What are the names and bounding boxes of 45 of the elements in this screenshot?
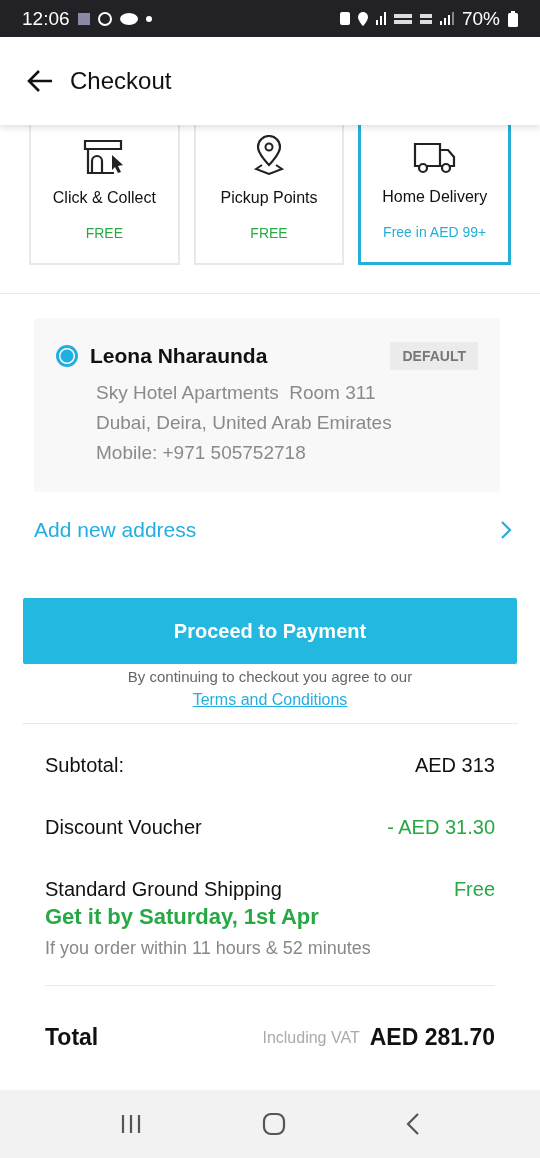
recipient-name: Leona Nharaunda bbox=[90, 344, 269, 368]
back-arrow-icon[interactable] bbox=[26, 69, 54, 93]
address-line: Sky Hotel Apartments Room 311 bbox=[96, 382, 377, 404]
address-radio[interactable] bbox=[56, 345, 78, 367]
option-label: Pickup Points bbox=[220, 189, 318, 207]
signal-icon bbox=[439, 12, 454, 25]
address-line: Dubai, Deira, United Arab Emirates bbox=[96, 412, 393, 434]
summary-label: Subtotal: bbox=[45, 753, 124, 777]
status-time: 12:06 bbox=[22, 7, 70, 30]
terms-text: By continuing to checkout you agree to our bbox=[127, 668, 413, 685]
option-price: FREE bbox=[85, 225, 123, 241]
battery-percent: 70% bbox=[461, 7, 500, 30]
location-icon bbox=[357, 11, 368, 26]
option-label: Home Delivery bbox=[382, 188, 488, 206]
truck-icon bbox=[412, 142, 457, 174]
summary-label: Standard Ground Shipping bbox=[45, 877, 282, 901]
dot-icon bbox=[145, 15, 152, 22]
back-icon[interactable] bbox=[406, 1113, 420, 1135]
address-line: Mobile: +971 505752718 bbox=[96, 442, 307, 464]
delivery-estimate: Get it by Saturday, 1st Apr bbox=[45, 904, 320, 930]
summary-value: Free bbox=[453, 877, 495, 901]
summary-label: Discount Voucher bbox=[45, 815, 202, 839]
summary-value: AED 313 bbox=[414, 753, 495, 777]
recent-apps-icon[interactable] bbox=[120, 1114, 142, 1134]
total-label: Total bbox=[45, 1024, 99, 1051]
order-deadline-note: If you order within 11 hours & 52 minutes bbox=[45, 938, 372, 959]
summary-value: - AED 31.30 bbox=[387, 815, 495, 839]
option-price: Free in AED 99+ bbox=[383, 224, 487, 240]
vat-note: Including VAT bbox=[262, 1028, 360, 1047]
location-pin-icon bbox=[253, 135, 285, 175]
chevron-right-icon bbox=[500, 520, 512, 540]
option-label: Click & Collect bbox=[52, 189, 156, 207]
signal-icon bbox=[375, 12, 386, 25]
add-address-text: Add new address bbox=[34, 518, 197, 542]
battery-saver-icon bbox=[339, 12, 350, 25]
delivery-option-card[interactable]: Pickup Points FREE bbox=[193, 125, 345, 265]
delivery-option-card[interactable]: Click & Collect FREE bbox=[29, 125, 180, 265]
battery-icon bbox=[508, 10, 518, 27]
total-value: AED 281.70 bbox=[369, 1024, 495, 1051]
delivery-option-card[interactable]: Home Delivery Free in AED 99+ bbox=[358, 125, 511, 265]
default-badge: DEFAULT bbox=[390, 342, 478, 370]
page-title: Checkout bbox=[70, 67, 172, 95]
home-icon[interactable] bbox=[262, 1112, 286, 1136]
option-price: FREE bbox=[250, 225, 288, 241]
address-card[interactable]: Leona Nharaunda DEFAULT Sky Hotel Apartments Room 311 Dubai, Deira, United Arab Emirates Mobile: +971 505752718 bbox=[34, 318, 500, 492]
